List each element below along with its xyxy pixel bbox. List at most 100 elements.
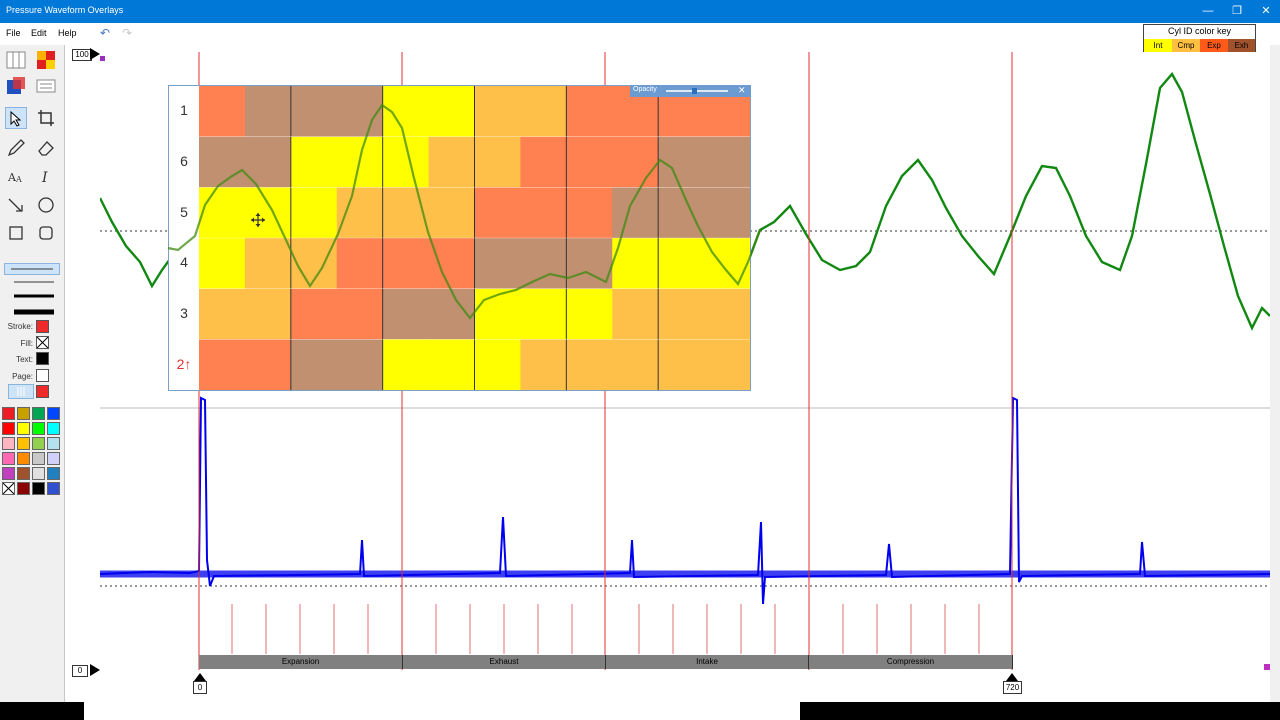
menu-bar: File Edit Help ↶ ↷	[0, 23, 1280, 45]
layers-icon[interactable]	[5, 75, 27, 97]
overlay-cell-cmp	[428, 187, 475, 239]
palette-color-swatch[interactable]	[32, 422, 45, 435]
fill-none-swatch[interactable]	[36, 336, 49, 349]
opacity-bar: Opacity ✕	[630, 85, 751, 97]
overlay-cell-exh	[428, 288, 475, 340]
overlay-cell-cmp	[428, 136, 475, 188]
overlay-cell-cmp	[658, 339, 705, 390]
palette-color-swatch[interactable]	[47, 452, 60, 465]
minimize-button[interactable]: —	[1196, 2, 1220, 20]
overlay-cell-cmp	[704, 339, 750, 390]
palette-color-swatch[interactable]	[47, 407, 60, 420]
palette-color-swatch[interactable]	[32, 467, 45, 480]
overlay-row-label: 6	[180, 153, 188, 169]
palette-color-swatch[interactable]	[2, 407, 15, 420]
restore-button[interactable]: ❐	[1225, 2, 1249, 20]
overlay-cell-exp	[612, 136, 659, 188]
overlay-cell-exh	[566, 238, 613, 290]
color-map-icon[interactable]	[35, 49, 57, 71]
redo-icon: ↷	[122, 26, 133, 40]
rounded-rectangle-icon[interactable]	[35, 222, 57, 244]
palette-color-swatch[interactable]	[47, 437, 60, 450]
palette-color-swatch[interactable]	[17, 467, 30, 480]
palette-color-swatch[interactable]	[32, 407, 45, 420]
menu-file[interactable]: File	[6, 28, 21, 38]
overlay-cell-cmp	[658, 288, 705, 340]
overlay-cell-exp	[428, 238, 475, 290]
palette-color-swatch[interactable]	[32, 482, 45, 495]
rectangle-icon[interactable]	[5, 222, 27, 244]
overlay-cell-exh	[658, 187, 705, 239]
palette-color-swatch[interactable]	[17, 407, 30, 420]
svg-text:A: A	[15, 175, 22, 184]
overlay-cell-int	[199, 238, 246, 290]
overlay-cell-exh	[199, 136, 246, 188]
overlay-cell-exp	[290, 288, 338, 340]
undo-icon[interactable]: ↶	[100, 26, 110, 40]
overlay-cell-cmp	[612, 288, 659, 340]
text-color-swatch[interactable]	[36, 352, 49, 365]
page-color-swatch[interactable]	[36, 369, 49, 382]
overlay-cell-exp	[520, 136, 567, 188]
bottom-right-handle-icon	[1264, 664, 1270, 670]
line-width-thick-option[interactable]	[4, 291, 60, 303]
key-expansion: Exp	[1200, 39, 1228, 52]
left-toolbar: AA I Stroke: Fill: Text: Page:	[0, 45, 65, 702]
palette-color-swatch[interactable]	[17, 437, 30, 450]
palette-color-swatch[interactable]	[17, 422, 30, 435]
overlay-close-icon[interactable]: ✕	[738, 85, 746, 96]
overlay-cell-exp	[566, 136, 613, 188]
start-degree-label: 0	[193, 681, 207, 694]
scale-icon[interactable]	[35, 75, 57, 97]
line-width-medium-option[interactable]	[4, 277, 60, 289]
palette-color-swatch[interactable]	[32, 452, 45, 465]
overlay-cell-cmp	[474, 86, 521, 138]
text-cursor-icon[interactable]: I	[35, 165, 57, 187]
palette-color-swatch[interactable]	[47, 467, 60, 480]
page-color-label: Page:	[12, 372, 33, 381]
phase-exhaust: Exhaust	[403, 655, 606, 669]
overlay-row-label: 1	[180, 102, 188, 119]
overlay-cell-exh	[244, 136, 292, 188]
pen-icon[interactable]	[5, 137, 27, 159]
palette-color-swatch[interactable]	[2, 422, 15, 435]
text-style-icon[interactable]: AA	[5, 165, 27, 187]
opacity-slider-thumb[interactable]	[692, 88, 697, 94]
crop-icon[interactable]	[35, 107, 57, 129]
palette-color-swatch[interactable]	[2, 467, 15, 480]
move-cursor-icon	[251, 213, 265, 227]
palette-color-swatch[interactable]	[2, 437, 15, 450]
palette-color-swatch[interactable]	[47, 482, 60, 495]
close-button[interactable]: ✕	[1254, 2, 1278, 20]
palette-color-swatch[interactable]	[17, 452, 30, 465]
overlay-cell-exp	[566, 86, 613, 138]
palette-color-swatch[interactable]	[2, 452, 15, 465]
menu-edit[interactable]: Edit	[31, 28, 47, 38]
palette-color-swatch[interactable]	[2, 482, 15, 495]
overlay-cell-exh	[290, 86, 338, 138]
eraser-icon[interactable]	[35, 137, 57, 159]
grid-view-icon[interactable]	[5, 49, 27, 71]
overlay-cell-exp	[336, 288, 384, 340]
right-scroll-gutter[interactable]	[1270, 45, 1280, 702]
menu-help[interactable]: Help	[58, 28, 77, 38]
overlay-cell-cmp	[244, 238, 292, 290]
arrow-icon[interactable]	[5, 194, 27, 216]
active-color-swatch[interactable]	[36, 385, 49, 398]
overlay-cell-int	[428, 86, 475, 138]
line-width-heavy-option[interactable]	[4, 307, 60, 319]
taskbar-panel	[84, 702, 800, 720]
stroke-color-swatch[interactable]	[36, 320, 49, 333]
ellipse-icon[interactable]	[35, 194, 57, 216]
overlay-cell-cmp	[704, 288, 750, 340]
overlay-cell-cmp	[520, 86, 567, 138]
phase-intake: Intake	[606, 655, 809, 669]
pattern-swatch-icon[interactable]	[8, 384, 34, 399]
line-width-thin-option[interactable]	[4, 263, 60, 275]
palette-color-swatch[interactable]	[32, 437, 45, 450]
palette-color-swatch[interactable]	[17, 482, 30, 495]
palette-color-swatch[interactable]	[47, 422, 60, 435]
overlay-cell-exp	[244, 339, 292, 390]
select-tool-icon[interactable]	[5, 107, 27, 129]
opacity-slider-track[interactable]	[666, 90, 728, 92]
